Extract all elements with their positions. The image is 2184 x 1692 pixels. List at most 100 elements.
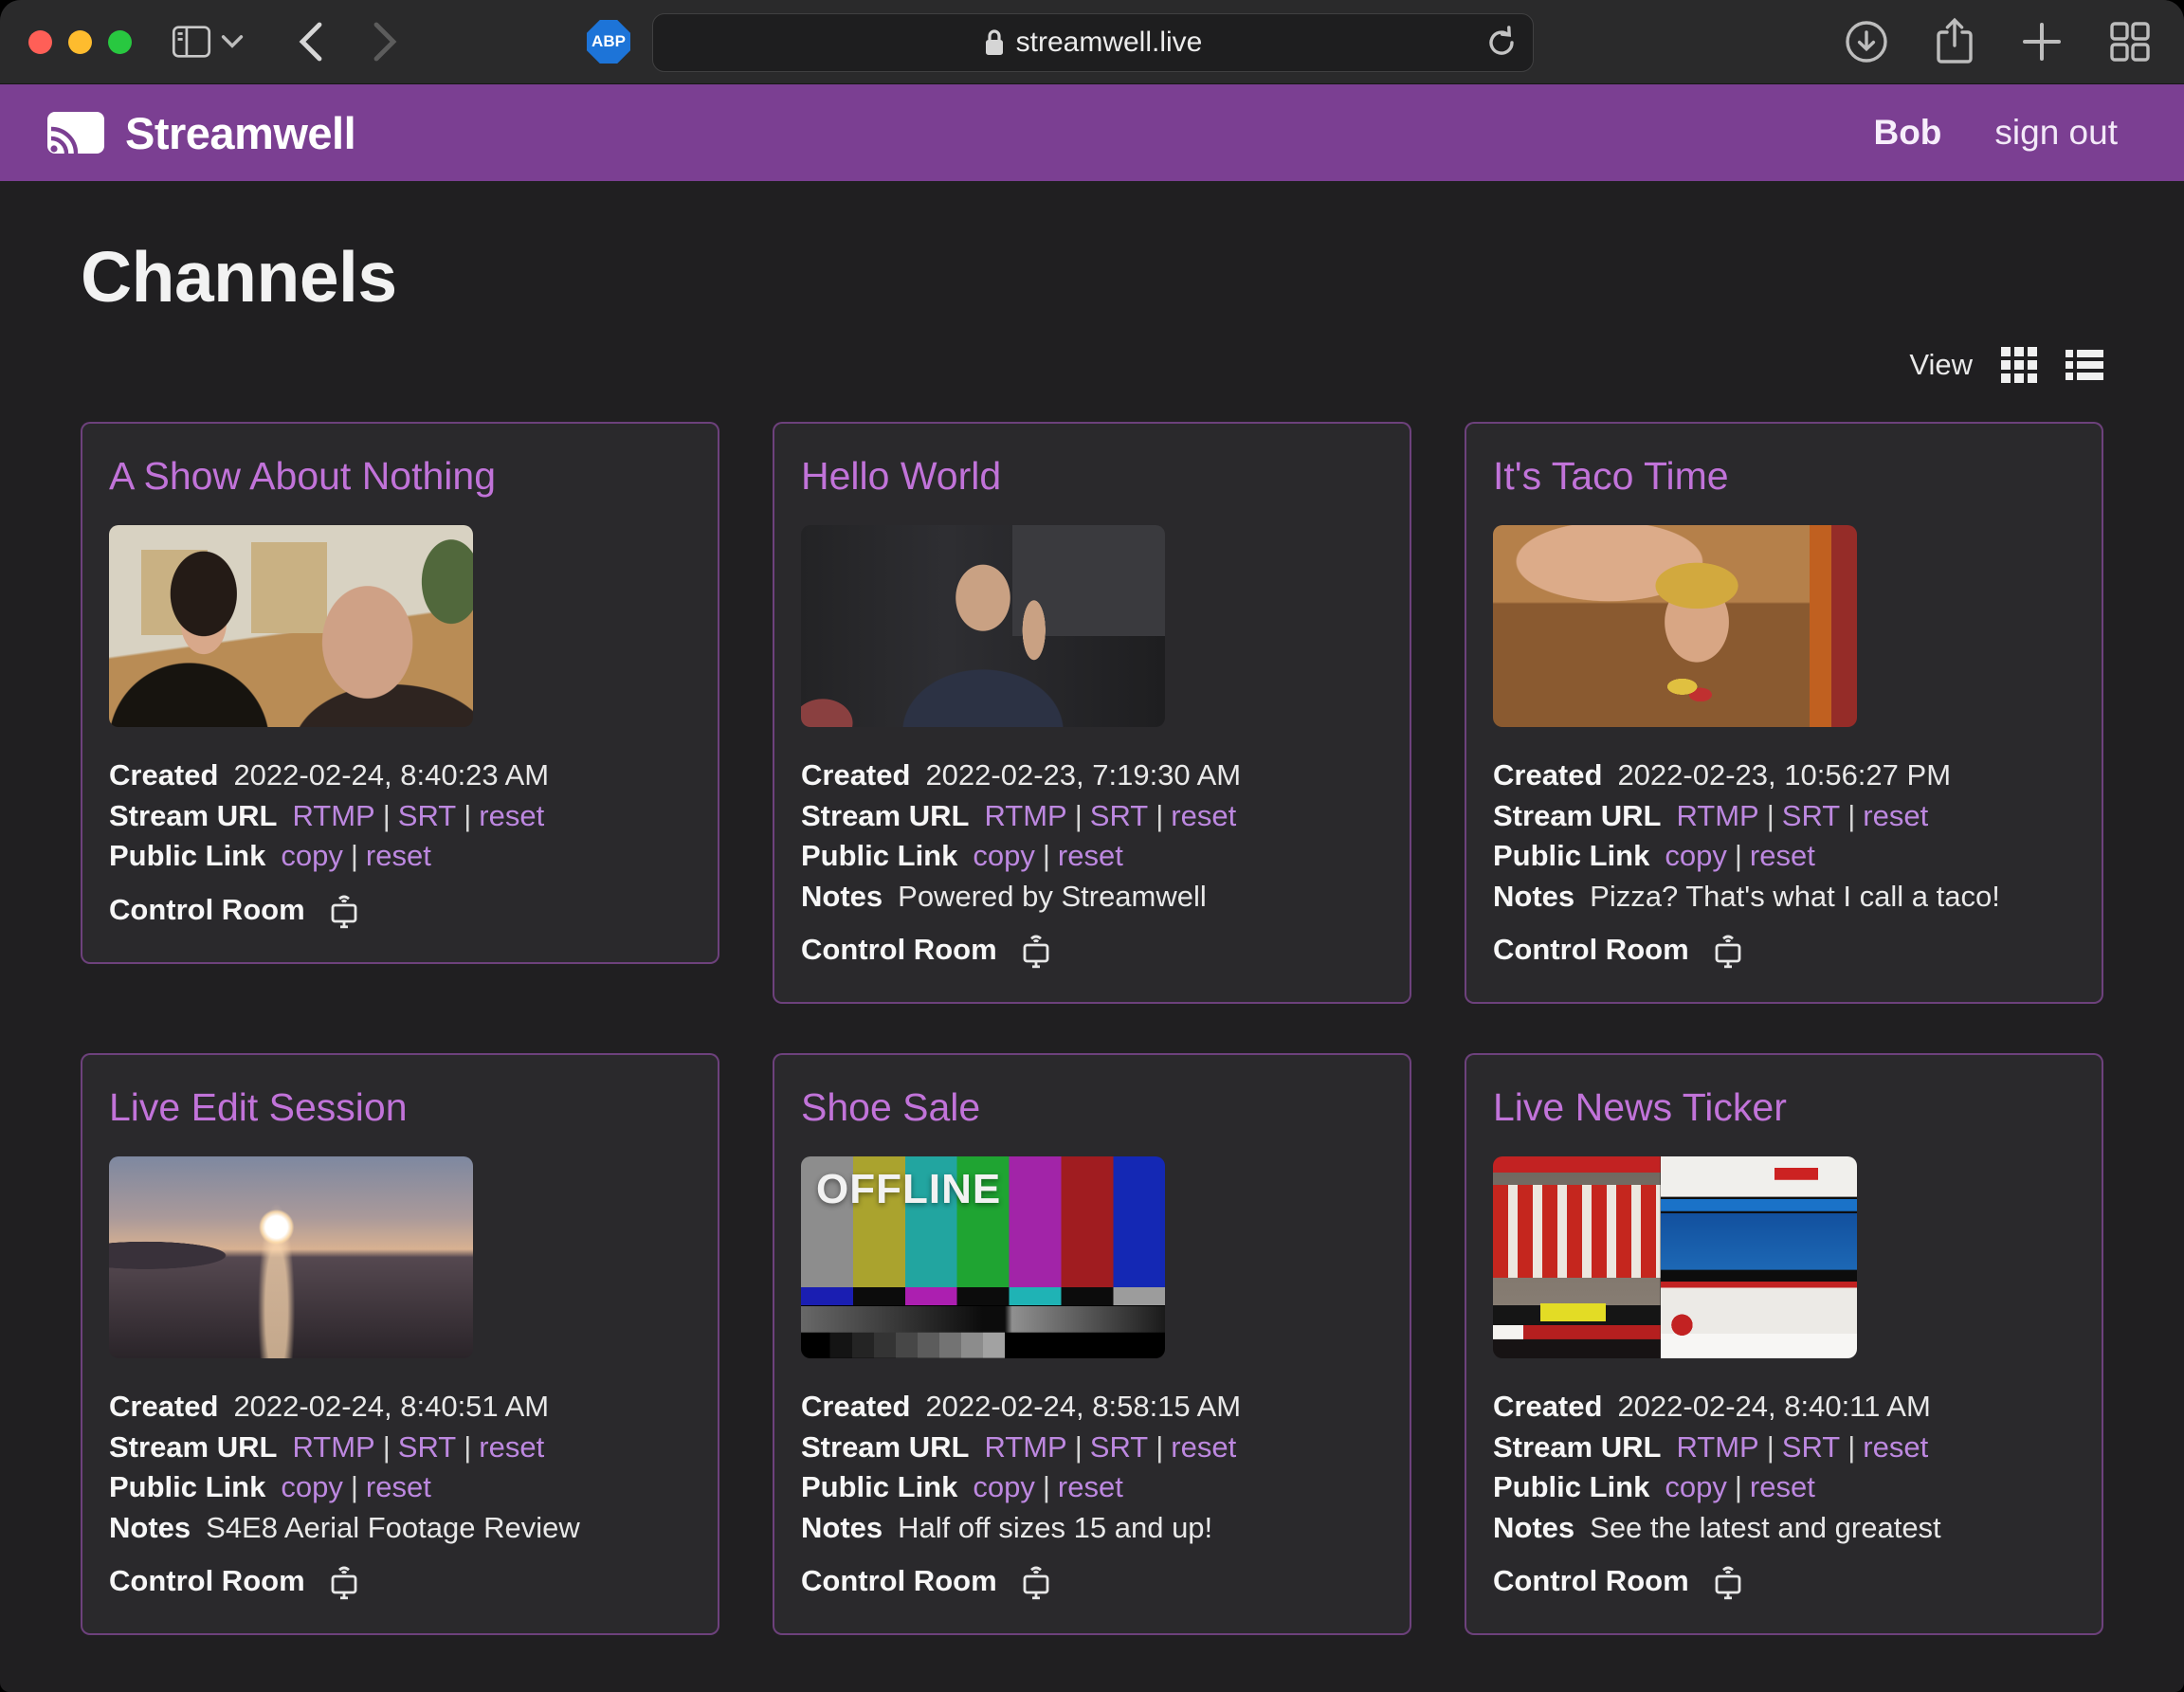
downloads-icon[interactable] <box>1845 20 1888 64</box>
public-link-row: Public Linkcopy|reset <box>109 836 691 877</box>
channel-card: It's Taco Time Created2022-02-23, 10:56:… <box>1465 422 2103 1004</box>
control-room-label: Control Room <box>801 1564 997 1598</box>
stream-url-label: Stream URL <box>109 799 277 832</box>
control-room-monitor-icon[interactable] <box>324 890 364 930</box>
stream-url-reset-link[interactable]: reset <box>1863 1430 1928 1464</box>
notes-row: NotesSee the latest and greatest <box>1493 1508 2075 1549</box>
channel-thumbnail[interactable] <box>1493 525 1857 727</box>
notes-row: NotesS4E8 Aerial Footage Review <box>109 1508 691 1549</box>
reload-icon[interactable] <box>1485 26 1518 60</box>
cast-logo-icon <box>46 110 106 155</box>
channel-card: Shoe Sale OFFLINE Created2022-02-24, 8:5… <box>773 1053 1411 1635</box>
stream-url-label: Stream URL <box>1493 1430 1661 1464</box>
sidebar-toggle-button[interactable] <box>172 26 211 58</box>
created-value: 2022-02-24, 8:40:11 AM <box>1617 1390 1930 1423</box>
control-room-monitor-icon[interactable] <box>324 1561 364 1601</box>
srt-link[interactable]: SRT <box>1782 799 1840 832</box>
tab-overview-icon[interactable] <box>2108 20 2152 64</box>
channel-thumbnail[interactable] <box>109 525 473 727</box>
public-link-reset-link[interactable]: reset <box>366 839 431 872</box>
brand-logo[interactable]: Streamwell <box>46 107 355 159</box>
control-room-label: Control Room <box>1493 1564 1689 1598</box>
notes-label: Notes <box>109 1511 191 1544</box>
control-room-row: Control Room <box>109 1561 691 1601</box>
public-link-copy-link[interactable]: copy <box>1665 1470 1726 1503</box>
control-room-monitor-icon[interactable] <box>1016 930 1056 970</box>
created-label: Created <box>801 758 910 791</box>
close-window-button[interactable] <box>28 30 52 54</box>
rtmp-link[interactable]: RTMP <box>292 799 374 832</box>
created-row: Created2022-02-23, 10:56:27 PM <box>1493 755 2075 796</box>
rtmp-link[interactable]: RTMP <box>984 799 1066 832</box>
stream-url-reset-link[interactable]: reset <box>1863 799 1928 832</box>
stream-url-label: Stream URL <box>1493 799 1661 832</box>
public-link-copy-link[interactable]: copy <box>973 839 1034 872</box>
address-bar[interactable]: streamwell.live <box>652 13 1534 72</box>
control-room-label: Control Room <box>109 1564 305 1598</box>
public-link-copy-link[interactable]: copy <box>1665 839 1726 872</box>
channel-title[interactable]: Hello World <box>801 454 1383 499</box>
new-tab-icon[interactable] <box>2021 21 2063 63</box>
public-link-reset-link[interactable]: reset <box>1750 839 1815 872</box>
notes-value: Powered by Streamwell <box>898 880 1207 913</box>
channel-thumbnail[interactable] <box>801 525 1165 727</box>
forward-button[interactable] <box>373 22 397 62</box>
control-room-row: Control Room <box>1493 1561 2075 1601</box>
public-link-row: Public Linkcopy|reset <box>801 836 1383 877</box>
channel-thumbnail[interactable] <box>1493 1156 1857 1358</box>
back-button[interactable] <box>299 22 323 62</box>
notes-value: Pizza? That's what I call a taco! <box>1590 880 2000 913</box>
page-title: Channels <box>81 236 2103 318</box>
public-link-row: Public Linkcopy|reset <box>109 1467 691 1508</box>
rtmp-link[interactable]: RTMP <box>1676 799 1758 832</box>
sign-out-link[interactable]: sign out <box>1994 113 2118 153</box>
srt-link[interactable]: SRT <box>1090 799 1148 832</box>
public-link-reset-link[interactable]: reset <box>1058 839 1123 872</box>
srt-link[interactable]: SRT <box>398 799 456 832</box>
srt-link[interactable]: SRT <box>1782 1430 1840 1464</box>
notes-label: Notes <box>801 1511 883 1544</box>
created-row: Created2022-02-24, 8:40:51 AM <box>109 1387 691 1428</box>
srt-link[interactable]: SRT <box>398 1430 456 1464</box>
control-room-monitor-icon[interactable] <box>1016 1561 1056 1601</box>
adblock-badge[interactable]: ABP <box>587 20 630 64</box>
rtmp-link[interactable]: RTMP <box>292 1430 374 1464</box>
control-room-row: Control Room <box>109 890 691 930</box>
zoom-window-button[interactable] <box>108 30 132 54</box>
rtmp-link[interactable]: RTMP <box>984 1430 1066 1464</box>
notes-label: Notes <box>1493 1511 1574 1544</box>
control-room-monitor-icon[interactable] <box>1708 930 1748 970</box>
control-room-row: Control Room <box>801 1561 1383 1601</box>
channel-thumbnail[interactable] <box>109 1156 473 1358</box>
srt-link[interactable]: SRT <box>1090 1430 1148 1464</box>
grid-view-icon[interactable] <box>2001 347 2037 383</box>
stream-url-row: Stream URLRTMP|SRT|reset <box>801 796 1383 837</box>
created-value: 2022-02-24, 8:40:23 AM <box>233 758 549 791</box>
minimize-window-button[interactable] <box>68 30 92 54</box>
channel-thumbnail[interactable]: OFFLINE <box>801 1156 1165 1358</box>
channel-title[interactable]: Live News Ticker <box>1493 1085 2075 1130</box>
list-view-icon[interactable] <box>2066 348 2103 382</box>
channel-title[interactable]: It's Taco Time <box>1493 454 2075 499</box>
public-link-copy-link[interactable]: copy <box>281 839 342 872</box>
public-link-label: Public Link <box>1493 1470 1649 1503</box>
rtmp-link[interactable]: RTMP <box>1676 1430 1758 1464</box>
channel-title[interactable]: Shoe Sale <box>801 1085 1383 1130</box>
channel-title[interactable]: Live Edit Session <box>109 1085 691 1130</box>
stream-url-reset-link[interactable]: reset <box>479 799 544 832</box>
stream-url-reset-link[interactable]: reset <box>1171 1430 1236 1464</box>
public-link-copy-link[interactable]: copy <box>281 1470 342 1503</box>
public-link-copy-link[interactable]: copy <box>973 1470 1034 1503</box>
stream-url-reset-link[interactable]: reset <box>1171 799 1236 832</box>
control-room-label: Control Room <box>801 933 997 967</box>
public-link-reset-link[interactable]: reset <box>1750 1470 1815 1503</box>
stream-url-reset-link[interactable]: reset <box>479 1430 544 1464</box>
user-name[interactable]: Bob <box>1873 113 1941 153</box>
public-link-reset-link[interactable]: reset <box>1058 1470 1123 1503</box>
control-room-monitor-icon[interactable] <box>1708 1561 1748 1601</box>
sidebar-chevron-down-icon[interactable] <box>221 34 244 49</box>
url-text: streamwell.live <box>1016 27 1203 59</box>
share-icon[interactable] <box>1934 17 1975 66</box>
public-link-reset-link[interactable]: reset <box>366 1470 431 1503</box>
channel-title[interactable]: A Show About Nothing <box>109 454 691 499</box>
